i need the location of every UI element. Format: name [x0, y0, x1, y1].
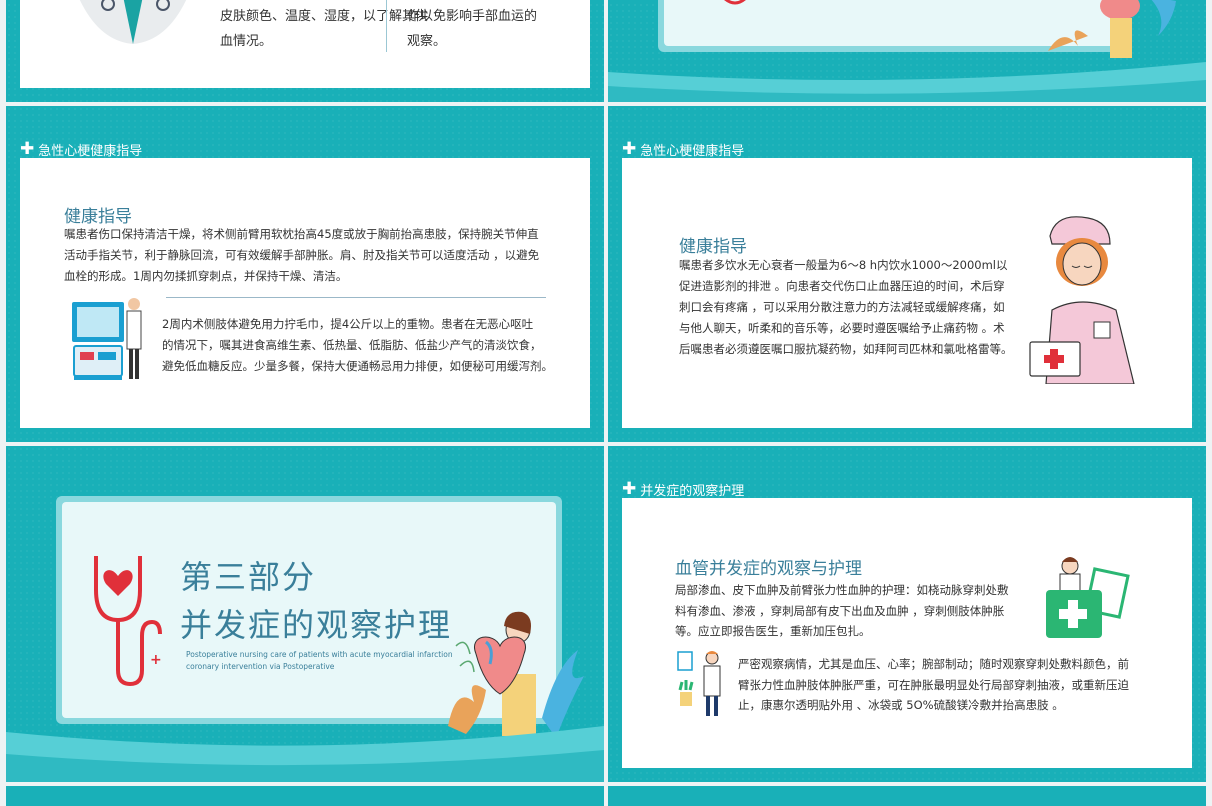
text-line: 活动手指关节，利于静脉回流，可有效缓解手部肿胀。肩、肘及指关节可以适度活动 ，以… [64, 248, 540, 262]
doctor-coat-icon [79, 0, 187, 44]
paragraph-1: 嘱患者伤口保持清洁干燥，将术侧前臂用软枕抬高45度或放于胸前抬高患肢，保持腕关节… [64, 224, 539, 287]
slide-header-label: 并发症的观察护理 [640, 484, 745, 499]
paragraph-2: 2周内术侧肢体避免用力拧毛巾，提4公斤以上的重物。患者在无恶心呕吐 的情况下，嘱… [162, 314, 553, 377]
doctor-with-monitor-illustration [72, 298, 142, 380]
text-line: 血栓的形成。1周内勿揉抓穿刺点，并保持干燥、清洁。 [64, 269, 348, 283]
divider-line [166, 297, 546, 298]
paragraph: 嘱患者多饮水无心衰者一般量为6～8 h内饮水1000～2000ml以 促进造影剂… [679, 255, 1013, 360]
text-line: 嘱患者伤口保持清洁干燥，将术侧前臂用软枕抬高45度或放于胸前抬高患肢，保持腕关节… [64, 227, 539, 241]
section-part-number: 第三部分 [180, 558, 317, 596]
text-line: 止，康惠尔透明贴外用 、冰袋或 5O%硫酸镁冷敷并抬高患肢 。 [738, 698, 1064, 712]
divider-vertical [386, 0, 387, 52]
plus-icon: ✚ [20, 139, 35, 159]
section-title: 健康指导 [679, 237, 747, 257]
text-line: 2周内术侧肢体避免用力拧毛巾，提4公斤以上的重物。患者在无恶心呕吐 [162, 317, 534, 331]
text-line: 刺口会有疼痛 ，可以采用分散注意力的方法减轻或缓解疼痛，如 [679, 300, 1005, 314]
slide-1-left-text: 皮肤颜色、温度、湿度，以了解其供 血情况。 [220, 4, 428, 54]
slide-1-card: 皮肤颜色、温度、湿度，以了解其供 血情况。 作以免影响手部血运的 观察。 [20, 0, 590, 88]
stethoscope-heart-icon: + [94, 556, 162, 687]
text-line: 血情况。 [220, 34, 273, 49]
slide-7[interactable] [6, 786, 604, 806]
slide-8[interactable] [608, 786, 1206, 806]
text-line: 与他人聊天，听柔和的音乐等，必要时遵医嘱给予止痛药物 。术 [679, 321, 1005, 335]
text-line: 后嘱患者必须遵医嘱口服抗凝药物，如拜阿司匹林和氯吡格雷等。 [679, 342, 1013, 356]
slide-2[interactable] [608, 0, 1206, 102]
english-subtitle: Postoperative nursing care of patients w… [186, 649, 453, 673]
slide-4[interactable]: ✚ 急性心梗健康指导 健康指导 嘱患者多饮水无心衰者一般量为6～8 h内饮水10… [608, 106, 1206, 442]
stethoscope-icon [724, 0, 746, 5]
text-line: 料有渗血、渗液 ，穿刺局部有皮下出血及血肿 ，穿刺侧肢体肿胀 [675, 603, 1005, 618]
text-line: 严密观察病情，尤其是血压、心率；腕部制动；随时观察穿刺处敷料颜色，前 [738, 657, 1129, 671]
svg-text:+: + [150, 652, 162, 668]
text-line: 的情况下，嘱其进食高维生素、低热量、低脂肪、低盐少产气的清淡饮食， [162, 338, 542, 352]
plus-icon: ✚ [622, 479, 637, 499]
slide-header: ✚ 急性心梗健康指导 [622, 139, 745, 160]
slide-4-card: 健康指导 嘱患者多饮水无心衰者一般量为6～8 h内饮水1000～2000ml以 … [622, 158, 1192, 428]
text-line: 作以免影响手部血运的 [407, 9, 538, 24]
text-line: 局部渗血、皮下血肿及前臂张力性血肿的护理：如桡动脉穿刺处敷 [675, 583, 1009, 597]
slide-5[interactable]: + 第三部分 并发症的观察护理 Postoperative nursing ca… [6, 446, 604, 782]
slide-1-right-text: 作以免影响手部血运的 观察。 [407, 4, 537, 54]
woman-with-heart-illustration [1048, 0, 1176, 58]
text-line: 促进造影剂的排泄 。向患者交代伤口止血器压迫的时间，术后穿 [679, 279, 1005, 293]
medkit-with-doctor-illustration [1046, 557, 1130, 638]
text-line: 观察。 [407, 34, 447, 49]
section-title: 并发症的观察护理 [180, 606, 453, 644]
slide-header: ✚ 急性心梗健康指导 [20, 139, 143, 160]
slide-6[interactable]: ✚ 并发症的观察护理 血管并发症的观察与护理 局部渗血、皮下血肿及前臂张力性血肿… [608, 446, 1206, 782]
text-line: 嘱患者多饮水无心衰者一般量为6～8 h内饮水1000～2000ml以 [679, 258, 1008, 272]
slide-header: ✚ 并发症的观察护理 [622, 479, 745, 500]
slide-1[interactable]: 皮肤颜色、温度、湿度，以了解其供 血情况。 作以免影响手部血运的 观察。 [6, 0, 604, 102]
bottom-wave [6, 726, 604, 782]
nurse-with-medkit-illustration [1029, 216, 1135, 384]
doctor-with-plant-illustration [677, 651, 721, 716]
slide-3[interactable]: ✚ 急性心梗健康指导 健康指导 嘱患者伤口保持清洁干燥，将术侧前臂用软枕抬高45… [6, 106, 604, 442]
paragraph-2: 严密观察病情，尤其是血压、心率；腕部制动；随时观察穿刺处敷料颜色，前 臂张力性血… [738, 654, 1129, 716]
paragraph-1: 局部渗血、皮下血肿及前臂张力性血肿的护理：如桡动脉穿刺处敷 料有渗血、渗液 ，穿… [675, 580, 1009, 642]
text-line: 臂张力性血肿肢体肿胀严重，可在肿胀最明显处行局部穿刺抽液，或重新压迫 [738, 677, 1129, 692]
text-line: 等。应立即报告医生，重新加压包扎。 [675, 624, 871, 638]
slide-header-label: 急性心梗健康指导 [640, 144, 745, 159]
slide-3-card: 健康指导 嘱患者伤口保持清洁干燥，将术侧前臂用软枕抬高45度或放于胸前抬高患肢，… [20, 158, 590, 428]
text-line: Postoperative nursing care of patients w… [186, 650, 453, 659]
text-line: coronary intervention via Postoperative [186, 662, 335, 671]
slide-6-card: 血管并发症的观察与护理 局部渗血、皮下血肿及前臂张力性血肿的护理：如桡动脉穿刺处… [622, 498, 1192, 768]
text-line: 皮肤颜色、温度、湿度，以了解其供 [220, 9, 429, 24]
bottom-wave [608, 62, 1206, 102]
plus-icon: ✚ [622, 139, 637, 159]
slide-header-label: 急性心梗健康指导 [38, 144, 143, 159]
text-line: 避免低血糖反应。少量多餐，保持大便通畅忌用力排便，如便秘可用缓泻剂。 [162, 359, 553, 373]
section-title: 血管并发症的观察与护理 [675, 559, 862, 579]
